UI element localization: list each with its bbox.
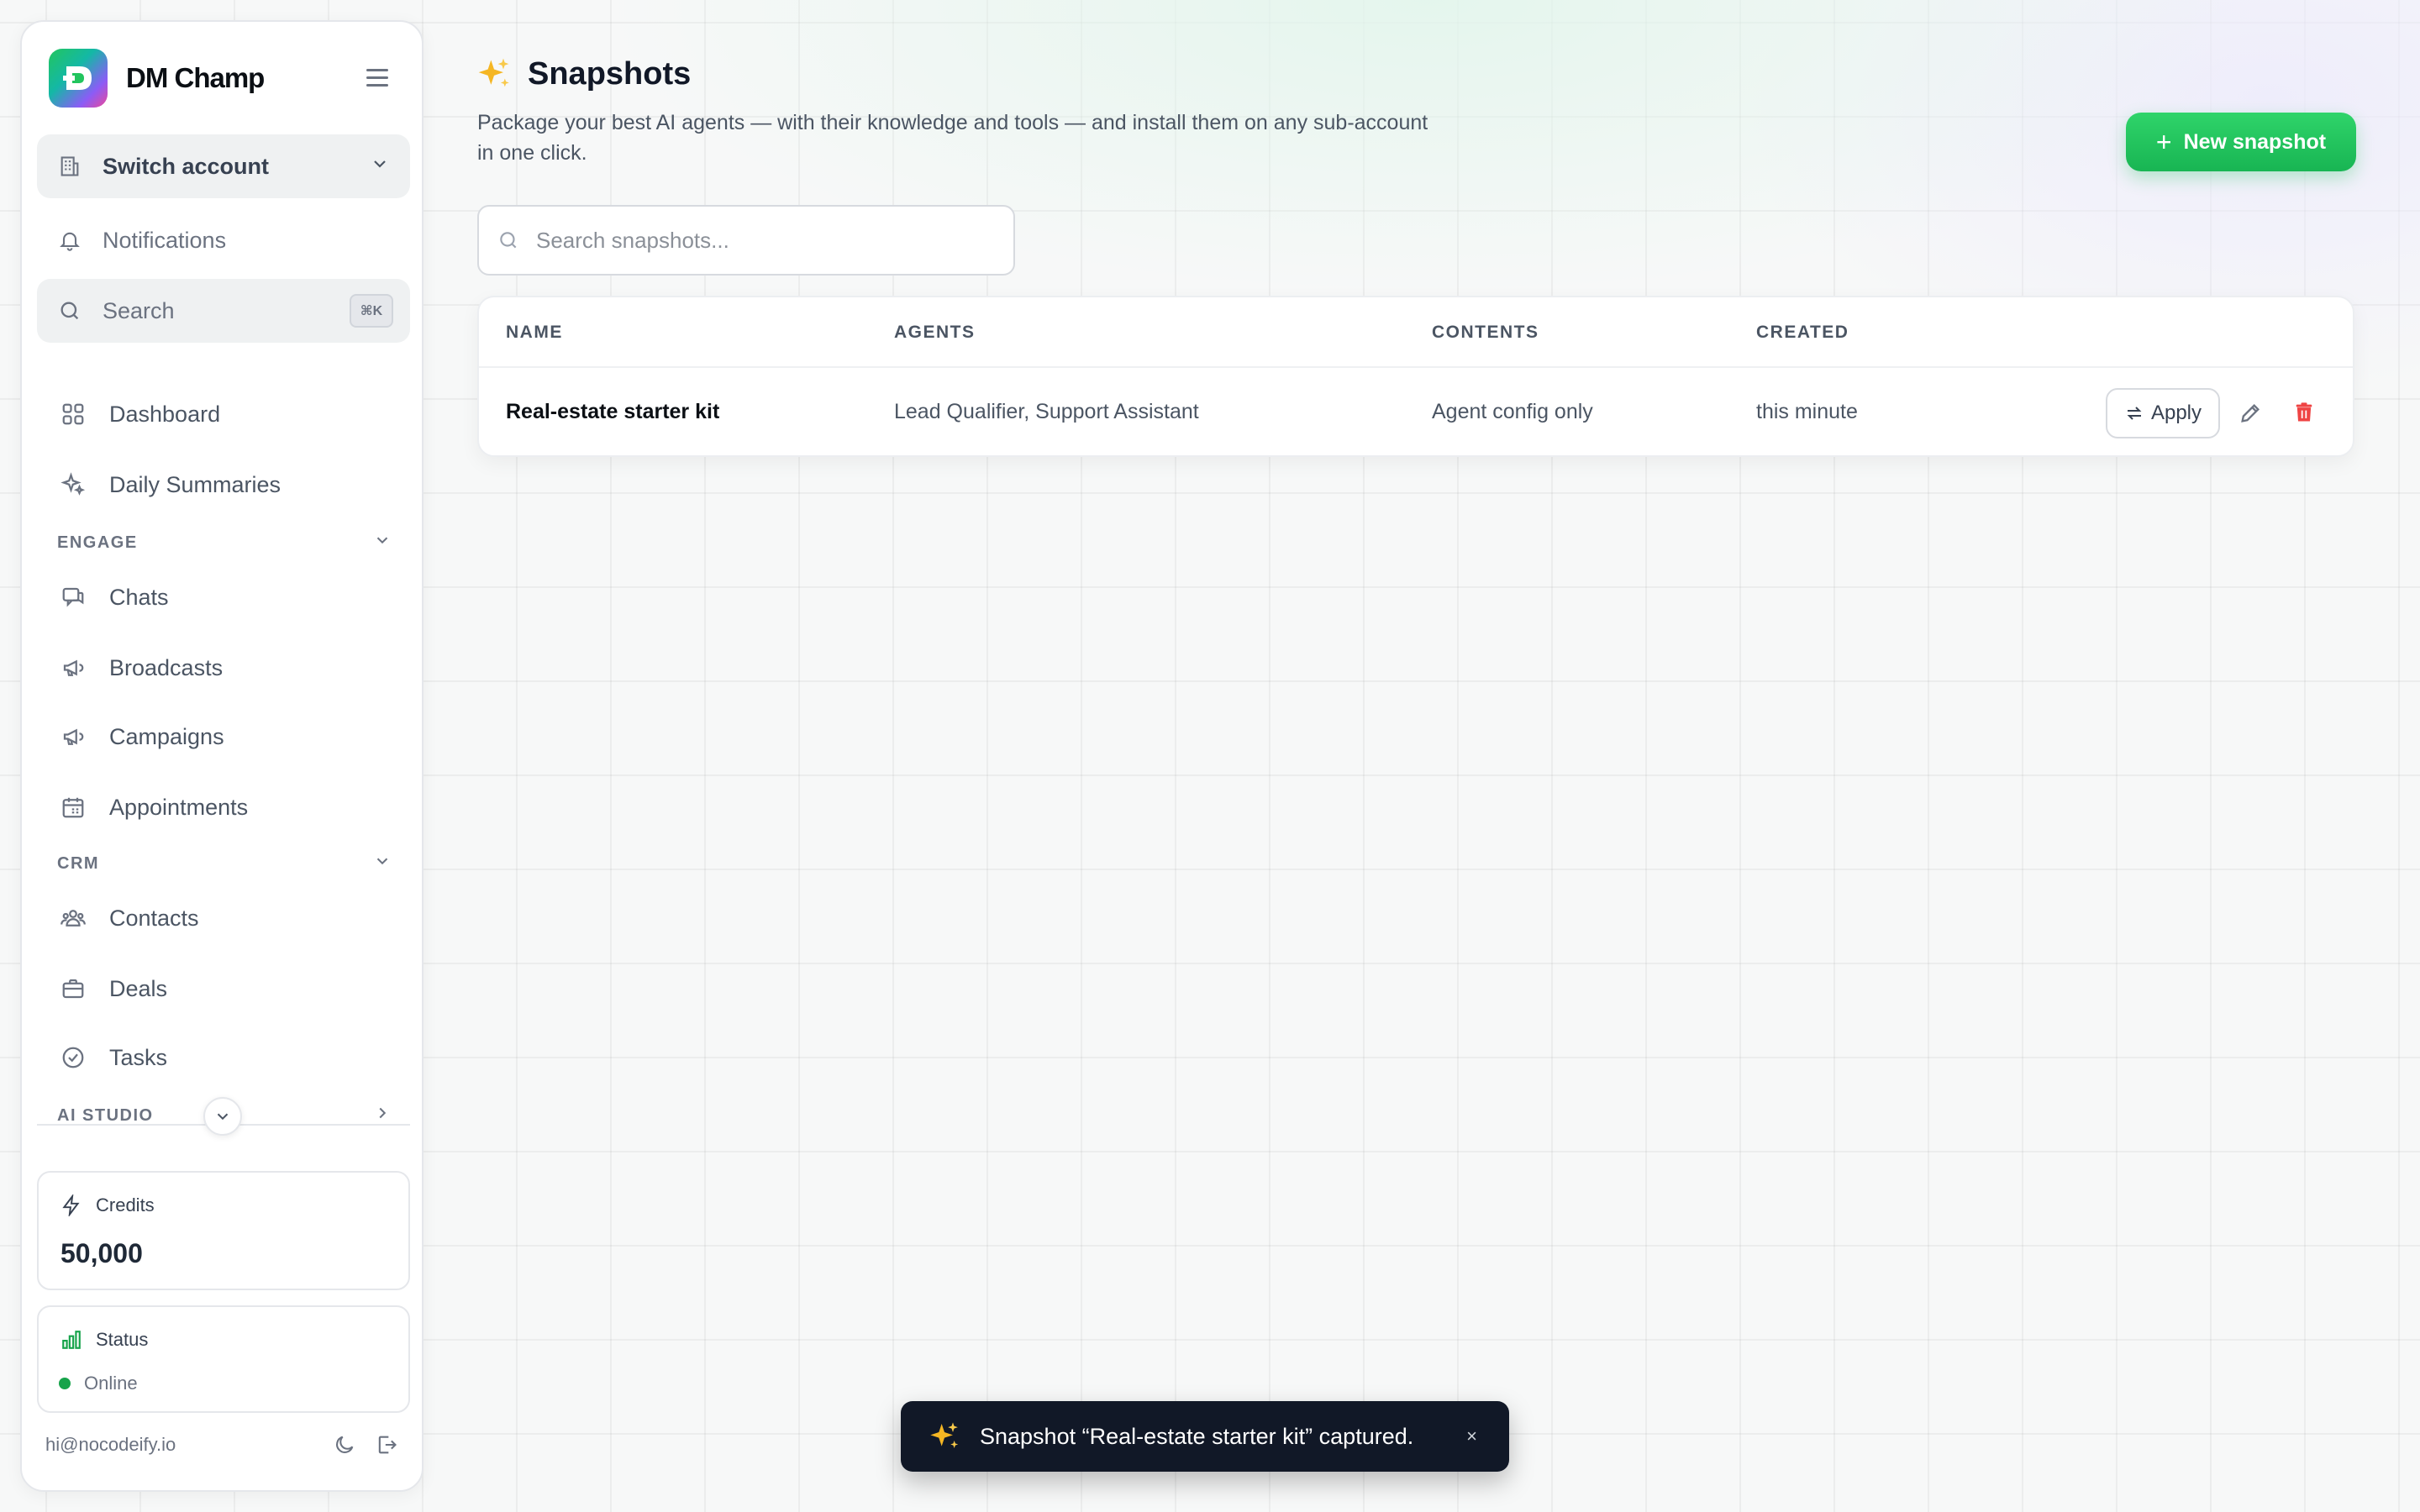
status-card: Status Online xyxy=(37,1305,410,1413)
dm-champ-logo-icon xyxy=(49,49,108,108)
menu-toggle-icon[interactable] xyxy=(366,69,388,92)
snapshot-search[interactable] xyxy=(477,205,1015,276)
sidebar-item-contacts[interactable]: Contacts xyxy=(37,889,410,948)
snapshot-name[interactable]: Real-estate starter kit xyxy=(506,400,719,424)
switch-account-label: Switch account xyxy=(103,153,270,179)
chevron-down-icon xyxy=(370,154,390,180)
sidebar-item-appointments[interactable]: Appointments xyxy=(37,778,410,837)
search-icon xyxy=(55,297,84,325)
bell-icon xyxy=(55,226,84,255)
column-header-contents[interactable]: CONTENTS xyxy=(1432,323,1539,343)
moon-icon[interactable] xyxy=(333,1433,356,1457)
bar-chart-icon xyxy=(60,1329,82,1351)
section-title: ENGAGE xyxy=(57,533,138,552)
megaphone-icon xyxy=(59,654,87,682)
column-header-created[interactable]: CREATED xyxy=(1756,323,1849,343)
logout-icon[interactable] xyxy=(375,1433,398,1457)
snapshots-table: NAME AGENTS CONTENTS CREATED Real-estate… xyxy=(477,296,2354,457)
scroll-down-button[interactable] xyxy=(203,1097,242,1136)
page-header: Snapshots xyxy=(476,55,691,92)
chevron-down-icon xyxy=(373,852,392,875)
sidebar-item-label: Contacts xyxy=(109,905,199,931)
section-title: CRM xyxy=(57,853,100,873)
new-snapshot-label: New snapshot xyxy=(2183,129,2327,154)
sidebar-item-deals[interactable]: Deals xyxy=(37,959,410,1018)
trash-icon[interactable] xyxy=(2292,400,2316,425)
calendar-icon xyxy=(59,793,87,822)
new-snapshot-button[interactable]: + New snapshot xyxy=(2126,113,2356,171)
brand[interactable]: DM Champ xyxy=(49,49,265,108)
section-header-crm[interactable]: CRM xyxy=(57,852,410,875)
keyboard-shortcut-badge: ⌘K xyxy=(350,294,393,328)
sparkles-icon xyxy=(59,470,87,499)
apply-label: Apply xyxy=(2150,402,2202,424)
status-value: Online xyxy=(84,1373,138,1394)
status-label: Status xyxy=(96,1329,149,1350)
page-description: Package your best AI agents — with their… xyxy=(477,111,1428,165)
section-header-engage[interactable]: ENGAGE xyxy=(57,531,410,554)
sidebar-item-label: Deals xyxy=(109,975,168,1001)
snapshot-agents: Lead Qualifier, Support Assistant xyxy=(894,400,1199,423)
plus-icon: + xyxy=(2155,126,2172,157)
sidebar-item-label: Chats xyxy=(109,584,169,610)
user-email: hi@nocodeify.io xyxy=(45,1434,176,1455)
megaphone-icon xyxy=(59,722,87,751)
users-icon xyxy=(59,904,87,932)
column-header-agents[interactable]: AGENTS xyxy=(894,323,976,343)
apply-button[interactable]: Apply xyxy=(2106,388,2220,438)
sparkles-emoji-icon xyxy=(928,1420,961,1453)
grid-icon xyxy=(59,400,87,428)
chevron-down-icon xyxy=(213,1107,232,1126)
sidebar-item-dashboard[interactable]: Dashboard xyxy=(37,385,410,444)
brand-name: DM Champ xyxy=(126,62,265,93)
snapshot-created: this minute xyxy=(1756,400,1858,423)
sidebar-item-daily-summaries[interactable]: Daily Summaries xyxy=(37,455,410,514)
credits-value: 50,000 xyxy=(60,1238,143,1268)
notifications-label: Notifications xyxy=(103,227,227,253)
sidebar-item-broadcasts[interactable]: Broadcasts xyxy=(37,638,410,697)
sidebar-item-label: Appointments xyxy=(109,794,249,820)
chat-icon xyxy=(59,583,87,612)
sidebar-item-label: Dashboard xyxy=(109,401,221,427)
sidebar-item-label: Broadcasts xyxy=(109,654,224,680)
sidebar-search-button[interactable]: Search ⌘K xyxy=(37,279,410,343)
toast-notification: Snapshot “Real-estate starter kit” captu… xyxy=(901,1401,1509,1472)
close-icon[interactable]: × xyxy=(1466,1425,1477,1447)
table-divider xyxy=(479,366,2353,368)
lightning-icon xyxy=(60,1194,82,1216)
sidebar-item-campaigns[interactable]: Campaigns xyxy=(37,707,410,766)
sidebar-item-label: Tasks xyxy=(109,1044,168,1070)
notifications-button[interactable]: Notifications xyxy=(37,208,410,272)
check-circle-icon xyxy=(59,1043,87,1072)
status-dot xyxy=(59,1378,71,1389)
section-title: AI STUDIO xyxy=(57,1105,154,1125)
switch-account-button[interactable]: Switch account xyxy=(37,134,410,198)
credits-card: Credits 50,000 xyxy=(37,1171,410,1290)
pencil-icon[interactable] xyxy=(2238,402,2262,425)
sidebar-item-tasks[interactable]: Tasks xyxy=(37,1028,410,1087)
sidebar-item-label: Daily Summaries xyxy=(109,471,281,497)
sidebar-footer: hi@nocodeify.io xyxy=(45,1433,398,1457)
page-title: Snapshots xyxy=(528,55,692,92)
search-icon xyxy=(497,229,519,251)
sidebar-item-label: Campaigns xyxy=(109,723,224,749)
snapshot-contents: Agent config only xyxy=(1432,400,1593,423)
sidebar: DM Champ Switch account Notifications Se… xyxy=(20,20,424,1492)
credits-label: Credits xyxy=(96,1194,155,1215)
toast-message: Snapshot “Real-estate starter kit” captu… xyxy=(980,1423,1414,1449)
swap-arrows-icon xyxy=(2124,403,2144,423)
briefcase-icon xyxy=(59,974,87,1003)
column-header-name[interactable]: NAME xyxy=(506,323,563,343)
search-input[interactable] xyxy=(536,227,990,254)
chevron-down-icon xyxy=(373,531,392,554)
building-icon xyxy=(55,152,84,181)
sidebar-item-chats[interactable]: Chats xyxy=(37,568,410,627)
sparkles-emoji-icon xyxy=(476,55,513,92)
search-label: Search xyxy=(103,297,175,323)
